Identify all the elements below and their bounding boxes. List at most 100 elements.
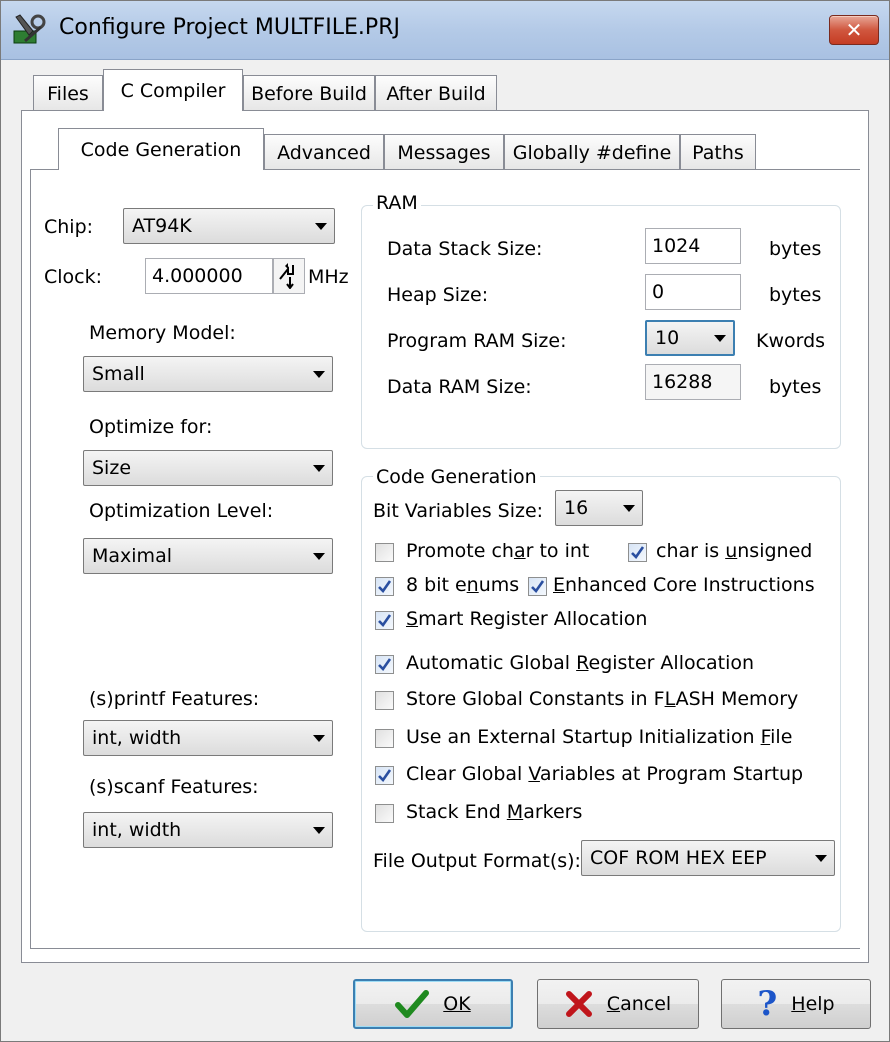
bit-variables-size-label: Bit Variables Size:: [373, 500, 544, 522]
char-unsigned-label[interactable]: char is unsigned: [656, 540, 812, 562]
external-startup-checkbox[interactable]: [375, 729, 394, 748]
bit-variables-size-value: 16: [564, 497, 589, 519]
scanf-features-label: (s)scanf Features:: [89, 776, 259, 798]
subtab-globally-define[interactable]: Globally #define: [504, 134, 680, 170]
file-output-format-select[interactable]: COF ROM HEX EEP: [581, 840, 835, 876]
clear-global-checkbox[interactable]: [375, 766, 394, 785]
heap-size-label: Heap Size:: [387, 284, 489, 306]
checkmark-icon: [378, 769, 392, 783]
tab-label: Messages: [397, 141, 491, 164]
data-stack-size-value: 1024: [652, 235, 701, 257]
clock-spin-button[interactable]: [273, 258, 305, 294]
tab-c-compiler[interactable]: C Compiler: [103, 69, 243, 111]
subtab-code-generation[interactable]: Code Generation: [58, 128, 264, 170]
file-output-format-value: COF ROM HEX EEP: [590, 847, 767, 869]
tab-label: Paths: [692, 141, 744, 164]
x-icon: [565, 991, 592, 1017]
printf-features-select[interactable]: int, width: [83, 720, 333, 756]
tab-label: Before Build: [251, 82, 367, 105]
tab-label: Advanced: [277, 141, 371, 164]
program-ram-size-unit: Kwords: [756, 330, 826, 352]
optimize-for-label: Optimize for:: [89, 416, 213, 438]
smart-register-label[interactable]: Smart Register Allocation: [406, 608, 647, 630]
tab-label: Files: [47, 82, 89, 105]
ram-group-title: RAM: [373, 192, 421, 214]
tab-files[interactable]: Files: [33, 75, 103, 111]
cancel-label: Cancel: [606, 993, 672, 1015]
external-startup-label[interactable]: Use an External Startup Initialization F…: [406, 726, 792, 748]
auto-global-register-label[interactable]: Automatic Global Register Allocation: [406, 652, 754, 674]
tab-after-build[interactable]: After Build: [375, 75, 497, 111]
chip-select[interactable]: AT94K: [123, 208, 335, 244]
optimize-for-select[interactable]: Size: [83, 450, 333, 486]
memory-model-select[interactable]: Small: [83, 356, 333, 392]
question-mark-icon: ?: [757, 984, 778, 1024]
close-icon: ✕: [845, 18, 863, 42]
8bit-enums-label[interactable]: 8 bit enums: [406, 574, 519, 596]
chevron-down-icon: [306, 552, 332, 560]
heap-size-input[interactable]: 0: [645, 274, 741, 310]
auto-global-register-checkbox[interactable]: [375, 655, 394, 674]
tab-label: After Build: [386, 82, 486, 105]
scanf-features-value: int, width: [92, 819, 182, 841]
subtab-paths[interactable]: Paths: [680, 134, 756, 170]
bit-variables-size-select[interactable]: 16: [555, 490, 643, 526]
cancel-button[interactable]: Cancel: [537, 979, 699, 1029]
data-ram-size-input[interactable]: 16288: [645, 364, 741, 400]
stack-end-markers-checkbox[interactable]: [375, 804, 394, 823]
char-unsigned-checkbox[interactable]: [628, 543, 647, 562]
ok-label: OK: [443, 993, 471, 1015]
data-ram-size-label: Data RAM Size:: [387, 376, 532, 398]
program-ram-size-value: 10: [655, 327, 680, 349]
clear-global-label[interactable]: Clear Global Variables at Program Startu…: [406, 763, 803, 785]
store-flash-checkbox[interactable]: [375, 691, 394, 710]
clock-label: Clock:: [44, 266, 103, 288]
checkmark-icon: [395, 990, 430, 1018]
tab-before-build[interactable]: Before Build: [243, 75, 375, 111]
enhanced-core-label[interactable]: Enhanced Core Instructions: [553, 574, 815, 596]
scanf-features-select[interactable]: int, width: [83, 812, 333, 848]
promote-char-label[interactable]: Promote char to int: [406, 540, 589, 562]
help-button[interactable]: ? Help: [721, 979, 871, 1029]
c-compiler-panel: Code Generation Advanced Messages Global…: [21, 110, 869, 963]
clock-input[interactable]: 4.000000: [145, 258, 273, 294]
configure-project-dialog: Configure Project MULTFILE.PRJ ✕ Files C…: [0, 0, 890, 1042]
chevron-down-icon: [308, 222, 334, 230]
chevron-down-icon: [616, 504, 642, 512]
subtab-advanced[interactable]: Advanced: [264, 134, 384, 170]
data-stack-size-input[interactable]: 1024: [645, 228, 741, 264]
checkmark-icon: [631, 546, 645, 560]
8bit-enums-checkbox[interactable]: [375, 577, 394, 596]
heap-size-unit: bytes: [769, 284, 822, 306]
stack-end-markers-label[interactable]: Stack End Markers: [406, 801, 582, 823]
checkmark-icon: [378, 658, 392, 672]
data-stack-size-label: Data Stack Size:: [387, 238, 543, 260]
enhanced-core-checkbox[interactable]: [528, 577, 547, 596]
program-ram-size-label: Program RAM Size:: [387, 330, 567, 352]
close-button[interactable]: ✕: [829, 15, 879, 45]
checkmark-icon: [531, 580, 545, 594]
tab-label: Globally #define: [512, 141, 672, 164]
data-stack-size-unit: bytes: [769, 238, 822, 260]
optimize-for-value: Size: [92, 457, 132, 479]
program-ram-size-select[interactable]: 10: [645, 320, 735, 356]
subtab-messages[interactable]: Messages: [384, 134, 504, 170]
chevron-down-icon: [707, 334, 733, 342]
optimization-level-select[interactable]: Maximal: [83, 538, 333, 574]
memory-model-label: Memory Model:: [89, 322, 236, 344]
window-title: Configure Project MULTFILE.PRJ: [59, 15, 400, 40]
clock-value: 4.000000: [152, 265, 243, 287]
app-icon: [11, 13, 47, 47]
ok-button[interactable]: OK: [353, 979, 513, 1029]
chevron-down-icon: [306, 370, 332, 378]
heap-size-value: 0: [652, 281, 665, 303]
printf-features-label: (s)printf Features:: [89, 688, 260, 710]
smart-register-checkbox[interactable]: [375, 611, 394, 630]
title-bar[interactable]: Configure Project MULTFILE.PRJ ✕: [1, 1, 889, 60]
help-label: Help: [791, 993, 835, 1015]
promote-char-checkbox[interactable]: [375, 543, 394, 562]
checkmark-icon: [378, 614, 392, 628]
store-flash-label[interactable]: Store Global Constants in FLASH Memory: [406, 688, 798, 710]
data-ram-size-unit: bytes: [769, 376, 822, 398]
chip-label: Chip:: [44, 216, 94, 238]
